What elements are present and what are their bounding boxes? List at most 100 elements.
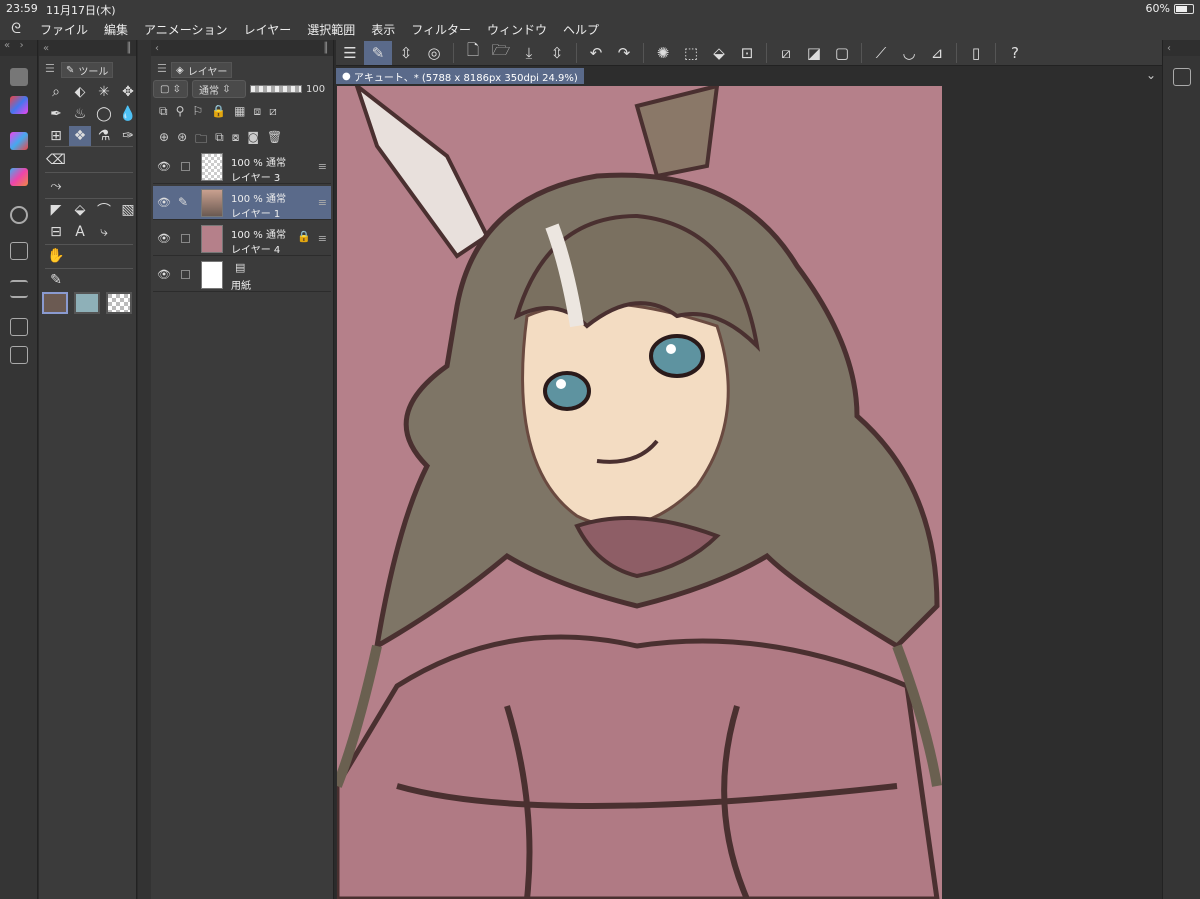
color-wheel-icon[interactable] (10, 206, 28, 224)
zoom-icon[interactable]: ⌕ (45, 82, 67, 102)
panel-splitter[interactable] (138, 40, 151, 899)
reference-layer-icon[interactable]: ⚲ (176, 104, 185, 119)
gradient-icon[interactable]: ▧ (117, 200, 139, 220)
special-ruler-snap-icon[interactable]: ◡ (895, 41, 923, 65)
gradient-fill-icon[interactable]: ◤ (45, 200, 67, 220)
frame-border-icon[interactable]: ⊟ (45, 222, 67, 242)
layer-menu-icon[interactable]: ≡ (318, 196, 327, 209)
layer-property-icon[interactable] (1173, 68, 1191, 86)
deselect-icon[interactable]: ⧄ (772, 41, 800, 65)
menu-animation[interactable]: アニメーション (136, 21, 236, 38)
menu-help[interactable]: ヘルプ (555, 21, 607, 38)
help-icon[interactable]: ? (1001, 41, 1029, 65)
balloon-icon[interactable]: ⤷ (93, 222, 115, 242)
opacity-value[interactable]: 100 (306, 84, 325, 95)
mask-icon[interactable]: ⧈ (253, 104, 261, 119)
layer-row-1[interactable]: 👁 ✎ 100 % 通常 レイヤー 1 ≡ (153, 186, 331, 220)
up-down-icon[interactable]: ⇳ (392, 41, 420, 65)
layer-menu-icon[interactable]: ≡ (318, 160, 327, 173)
panel-grip-icon[interactable]: ║ (126, 43, 132, 54)
new-vector-layer-icon[interactable]: ⊛ (177, 130, 187, 151)
ruler-icon[interactable]: ⧄ (269, 104, 277, 119)
pen-icon[interactable]: ✒ (45, 104, 67, 124)
transparent-color-swatch[interactable] (106, 292, 132, 314)
blend-mode-select[interactable]: 通常 ⇳ (192, 80, 247, 98)
brush-palette-icon[interactable] (10, 96, 28, 114)
chevron-down-icon[interactable]: ⌄ (1146, 68, 1156, 82)
draft-layer-icon[interactable]: ⚐ (192, 104, 203, 119)
menu-window[interactable]: ウィンドウ (479, 21, 555, 38)
eye-icon[interactable]: 👁 (157, 196, 171, 209)
merge-layer-icon[interactable]: ⧇ (232, 130, 240, 151)
main-color-swatch[interactable] (42, 292, 68, 314)
record-icon[interactable]: ◎ (420, 41, 448, 65)
document-tab[interactable]: ● アキュート、* (5788 x 8186px 350dpi 24.9%) (336, 68, 584, 84)
menu-filter[interactable]: フィルター (403, 21, 479, 38)
menu-edit[interactable]: 編集 (96, 21, 136, 38)
grid-icon[interactable]: ⊞ (45, 126, 67, 146)
material-icon[interactable] (10, 346, 28, 364)
menu-selection[interactable]: 選択範囲 (299, 21, 363, 38)
sub-color-swatch[interactable] (74, 292, 100, 314)
redo-icon[interactable]: ↷ (610, 41, 638, 65)
layer-row-paper[interactable]: 👁 ▤ 用紙 (153, 258, 331, 292)
tab-layer[interactable]: ◈ レイヤー (171, 62, 233, 78)
menu-view[interactable]: 表示 (363, 21, 403, 38)
hand-icon[interactable]: ✋ (45, 246, 67, 266)
collapse-icon[interactable]: « (43, 43, 49, 54)
menu-file[interactable]: ファイル (32, 21, 96, 38)
collapse-icon[interactable]: ‹ (155, 43, 159, 54)
eraser-icon[interactable]: ⌫ (45, 150, 67, 170)
fill-icon[interactable]: ⬙ (69, 200, 91, 220)
ruler-snap-icon[interactable]: ⟋ (867, 41, 895, 65)
figure-icon[interactable]: ⌒ (93, 200, 115, 220)
layer-menu-icon[interactable]: ≡ (318, 232, 327, 245)
eye-icon[interactable]: 👁 (157, 268, 171, 281)
grid-snap-icon[interactable]: ⊿ (923, 41, 951, 65)
opacity-slider[interactable] (250, 85, 303, 93)
vector-pen-icon[interactable]: ✑ (117, 126, 139, 146)
add-mask-icon[interactable]: ◙ (247, 130, 259, 151)
blend-icon[interactable]: 💧 (117, 104, 139, 124)
tab-tool[interactable]: ✎ ツール (61, 62, 114, 78)
camera-icon[interactable] (10, 318, 28, 336)
eyedropper-icon[interactable]: ⚗ (93, 126, 115, 146)
lasso-icon[interactable]: ◯ (93, 104, 115, 124)
fill-bucket-icon[interactable]: ⬙ (705, 41, 733, 65)
clip-icon[interactable]: ⧉ (159, 104, 168, 119)
drawing-canvas[interactable] (337, 86, 942, 899)
select-all-icon[interactable]: ▢ (828, 41, 856, 65)
layer-row-4[interactable]: 👁 100 % 通常 🔒 レイヤー 4 ≡ (153, 222, 331, 256)
strip-header[interactable]: « › (0, 40, 37, 56)
undo-icon[interactable]: ↶ (582, 41, 610, 65)
lock-transparency-icon[interactable]: ▦ (234, 104, 245, 119)
up-down-2-icon[interactable]: ⇳ (543, 41, 571, 65)
open-file-icon[interactable]: 🗁 (487, 41, 515, 65)
menu-layer[interactable]: レイヤー (236, 21, 300, 38)
eye-icon[interactable]: 👁 (157, 232, 171, 245)
collapse-icon[interactable]: ‹ (1167, 43, 1171, 54)
new-file-icon[interactable]: 🗋 (459, 41, 487, 65)
eye-icon[interactable]: 👁 (157, 160, 171, 173)
tool-panel-menu-icon[interactable]: ☰ (45, 62, 55, 75)
smartphone-icon[interactable]: ▯ (962, 41, 990, 65)
properties-icon[interactable] (10, 280, 28, 298)
lock-icon[interactable]: 🔒 (211, 104, 226, 119)
layer-panel-menu-icon[interactable]: ☰ (157, 62, 167, 75)
brush-icon[interactable]: ✎ (45, 270, 67, 290)
loading-icon[interactable]: ✺ (649, 41, 677, 65)
correct-line-icon[interactable]: ⤳ (45, 176, 67, 196)
brush-palette-3-icon[interactable] (10, 168, 28, 186)
auto-select-icon[interactable]: ✳ (93, 82, 115, 102)
invert-selection-icon[interactable]: ◪ (800, 41, 828, 65)
move-icon[interactable]: ✥ (117, 82, 139, 102)
transfer-layer-icon[interactable]: ⧉ (215, 130, 224, 151)
decoration-icon[interactable]: ❖ (69, 126, 91, 146)
sub-tool-icon[interactable] (10, 68, 28, 86)
layer-type-toggle[interactable]: ▢ ⇳ (153, 80, 189, 98)
operation-icon[interactable]: ⬖ (69, 82, 91, 102)
layer-checkbox[interactable] (181, 234, 190, 243)
brush-tool-icon[interactable]: ✎ (364, 40, 392, 65)
new-layer-icon[interactable]: ⊕ (159, 130, 169, 151)
clear-icon[interactable]: ⬚ (677, 41, 705, 65)
